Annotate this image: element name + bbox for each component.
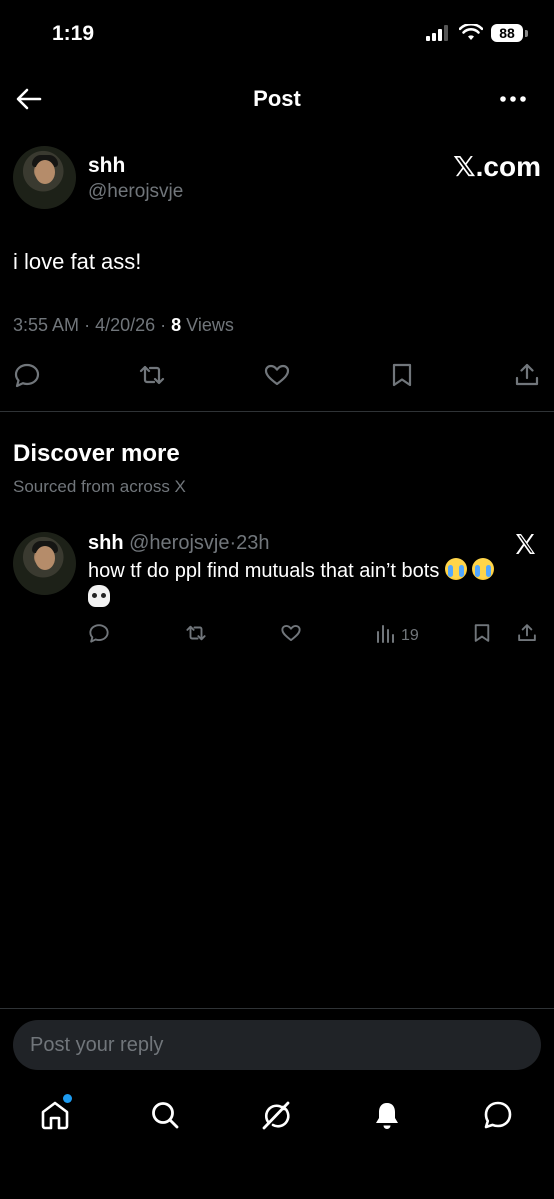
share-icon[interactable] xyxy=(513,361,541,389)
reply-icon[interactable] xyxy=(13,361,41,389)
avatar-face xyxy=(35,546,55,570)
tweet-text: how tf do ppl find mutuals that ain’t bo… xyxy=(88,558,538,612)
post-time: 3:55 AM xyxy=(13,315,80,335)
tab-notifications[interactable] xyxy=(370,1098,404,1132)
divider xyxy=(0,1008,554,1009)
wifi-icon xyxy=(459,24,483,40)
status-bar: 1:19 88 xyxy=(0,0,554,70)
home-icon xyxy=(41,1101,69,1130)
suggested-tweet[interactable]: shh @herojsvje·23h how tf do ppl find mu… xyxy=(13,530,541,650)
reply-input[interactable]: Post your reply xyxy=(13,1020,541,1070)
bell-icon xyxy=(376,1103,398,1129)
tweet-header: shh @herojsvje·23h xyxy=(88,532,270,555)
x-watermark: 𝕏.com xyxy=(453,151,541,182)
search-icon xyxy=(152,1102,179,1129)
bookmark-icon[interactable] xyxy=(388,361,416,389)
tab-grok[interactable] xyxy=(259,1098,293,1132)
repost-icon[interactable] xyxy=(185,622,207,644)
battery-cap xyxy=(525,29,528,37)
tweet-author-name[interactable]: shh xyxy=(88,532,124,554)
views-label: Views xyxy=(186,315,234,335)
grok-icon xyxy=(262,1101,290,1130)
x-logo-icon xyxy=(516,534,535,554)
status-icons: 88 xyxy=(425,24,528,42)
reply-icon[interactable] xyxy=(88,622,110,644)
notification-dot xyxy=(63,1094,72,1103)
post-meta: 3:55 AM · 4/20/26 · 8 Views xyxy=(13,315,234,336)
tweet-author-handle[interactable]: @herojsvje xyxy=(129,532,229,554)
discover-title: Discover more xyxy=(13,440,180,467)
post-date: 4/20/26 xyxy=(95,315,156,335)
divider xyxy=(0,411,554,412)
page-title: Post xyxy=(253,86,301,111)
analytics-icon xyxy=(377,625,394,643)
battery-level: 88 xyxy=(491,24,523,42)
meta-separator: · xyxy=(160,315,172,335)
tab-home[interactable] xyxy=(38,1094,72,1132)
crying-face-icon xyxy=(444,558,467,580)
bottom-tab-bar xyxy=(0,1090,554,1146)
chat-bubble-icon xyxy=(484,1101,512,1129)
tab-messages[interactable] xyxy=(481,1098,515,1132)
views-count: 8 xyxy=(171,315,182,335)
tweet-time: 23h xyxy=(236,532,270,554)
tweet-views-count: 19 xyxy=(401,627,419,644)
heart-icon[interactable] xyxy=(263,361,291,389)
crying-face-icon xyxy=(472,558,495,580)
avatar[interactable] xyxy=(13,146,76,209)
tab-search[interactable] xyxy=(148,1098,182,1132)
post-author: shh @herojsvje 𝕏.com xyxy=(13,146,541,216)
avatar[interactable] xyxy=(13,532,76,595)
battery-indicator: 88 xyxy=(491,24,528,42)
post-actions xyxy=(13,358,541,392)
author-handle[interactable]: @herojsvje xyxy=(88,181,183,203)
views-button[interactable]: 19 xyxy=(375,622,419,649)
bookmark-icon[interactable] xyxy=(471,622,493,644)
avatar-face xyxy=(35,160,55,184)
discover-subtitle: Sourced from across X xyxy=(13,477,186,496)
repost-icon[interactable] xyxy=(138,361,166,389)
status-time: 1:19 xyxy=(52,22,95,45)
heart-icon[interactable] xyxy=(280,622,302,644)
post-header: Post xyxy=(0,70,554,126)
tweet-body: how tf do ppl find mutuals that ain’t bo… xyxy=(88,560,440,582)
skull-icon xyxy=(88,585,110,607)
tweet-actions: 19 xyxy=(88,622,540,648)
more-horizontal-icon[interactable] xyxy=(498,84,528,114)
share-icon[interactable] xyxy=(516,622,538,644)
author-name[interactable]: shh xyxy=(88,154,125,178)
reply-placeholder: Post your reply xyxy=(30,1034,164,1056)
post-text: i love fat ass! xyxy=(13,249,142,274)
cellular-signal-icon xyxy=(426,25,448,41)
meta-separator: · xyxy=(84,315,96,335)
